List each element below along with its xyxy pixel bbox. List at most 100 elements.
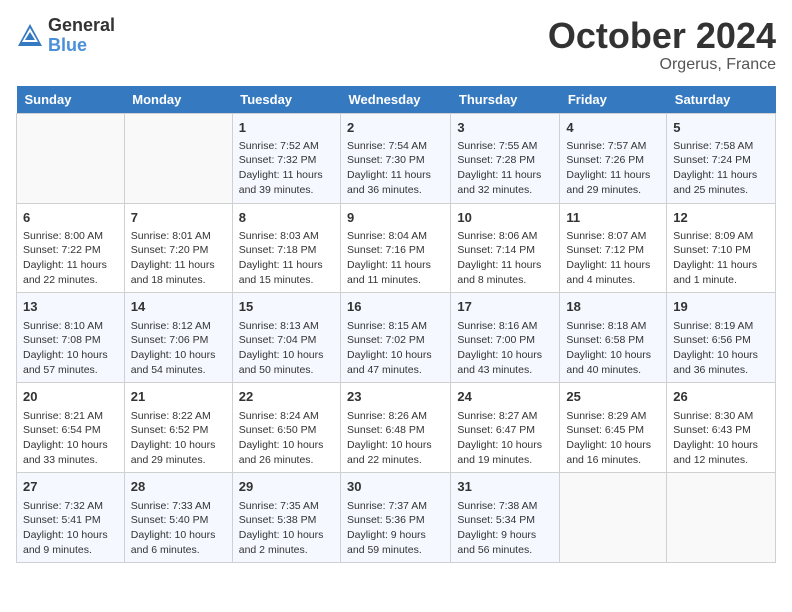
day-number: 12 (673, 209, 769, 227)
cell-content: Sunrise: 8:00 AM Sunset: 7:22 PM Dayligh… (23, 229, 118, 288)
cell-content: Sunrise: 8:21 AM Sunset: 6:54 PM Dayligh… (23, 409, 118, 468)
page-header: General Blue October 2024 Orgerus, Franc… (16, 16, 776, 74)
day-number: 2 (347, 119, 444, 137)
calendar-cell: 17Sunrise: 8:16 AM Sunset: 7:00 PM Dayli… (451, 293, 560, 383)
day-number: 21 (131, 388, 226, 406)
cell-content: Sunrise: 7:35 AM Sunset: 5:38 PM Dayligh… (239, 499, 334, 558)
day-number: 8 (239, 209, 334, 227)
cell-content: Sunrise: 7:58 AM Sunset: 7:24 PM Dayligh… (673, 139, 769, 198)
cell-content: Sunrise: 8:26 AM Sunset: 6:48 PM Dayligh… (347, 409, 444, 468)
day-number: 24 (457, 388, 553, 406)
logo-icon (16, 22, 44, 50)
day-number: 19 (673, 298, 769, 316)
cell-content: Sunrise: 7:38 AM Sunset: 5:34 PM Dayligh… (457, 499, 553, 558)
calendar-cell: 25Sunrise: 8:29 AM Sunset: 6:45 PM Dayli… (560, 383, 667, 473)
cell-content: Sunrise: 7:55 AM Sunset: 7:28 PM Dayligh… (457, 139, 553, 198)
cell-content: Sunrise: 8:01 AM Sunset: 7:20 PM Dayligh… (131, 229, 226, 288)
weekday-header-thursday: Thursday (451, 86, 560, 114)
calendar-cell: 27 Sunrise: 7:32 AM Sunset: 5:41 PM Dayli… (17, 473, 125, 563)
logo: General Blue (16, 16, 115, 56)
logo-blue-text: Blue (48, 36, 115, 56)
cell-content: Sunrise: 8:13 AM Sunset: 7:04 PM Dayligh… (239, 319, 334, 378)
day-number: 9 (347, 209, 444, 227)
cell-content: Sunrise: 8:18 AM Sunset: 6:58 PM Dayligh… (566, 319, 660, 378)
calendar-cell: 23Sunrise: 8:26 AM Sunset: 6:48 PM Dayli… (341, 383, 451, 473)
calendar-cell: 12 Sunrise: 8:09 AM Sunset: 7:10 PM Dayli… (667, 203, 776, 293)
day-number: 22 (239, 388, 334, 406)
cell-content: Sunrise: 8:22 AM Sunset: 6:52 PM Dayligh… (131, 409, 226, 468)
weekday-header-wednesday: Wednesday (341, 86, 451, 114)
day-number: 14 (131, 298, 226, 316)
day-number: 1 (239, 119, 334, 137)
calendar-cell: 26 Sunrise: 8:30 AM Sunset: 6:43 PM Dayli… (667, 383, 776, 473)
cell-content: Sunrise: 8:09 AM Sunset: 7:10 PM Dayligh… (673, 229, 769, 288)
calendar-cell: 19 Sunrise: 8:19 AM Sunset: 6:56 PM Dayli… (667, 293, 776, 383)
weekday-header-saturday: Saturday (667, 86, 776, 114)
day-number: 5 (673, 119, 769, 137)
day-number: 4 (566, 119, 660, 137)
calendar-cell: 13 Sunrise: 8:10 AM Sunset: 7:08 PM Dayli… (17, 293, 125, 383)
month-title: October 2024 (548, 16, 776, 56)
calendar-cell: 14Sunrise: 8:12 AM Sunset: 7:06 PM Dayli… (124, 293, 232, 383)
calendar-cell: 24 Sunrise: 8:27 AM Sunset: 6:47 PM Dayli… (451, 383, 560, 473)
cell-content: Sunrise: 8:07 AM Sunset: 7:12 PM Dayligh… (566, 229, 660, 288)
cell-content: Sunrise: 8:30 AM Sunset: 6:43 PM Dayligh… (673, 409, 769, 468)
calendar-cell: 9 Sunrise: 8:04 AM Sunset: 7:16 PM Daylig… (341, 203, 451, 293)
calendar-cell: 29Sunrise: 7:35 AM Sunset: 5:38 PM Dayli… (232, 473, 340, 563)
calendar-week-row: 1 Sunrise: 7:52 AM Sunset: 7:32 PM Daylig… (17, 113, 776, 203)
calendar-cell: 28 Sunrise: 7:33 AM Sunset: 5:40 PM Dayli… (124, 473, 232, 563)
day-number: 28 (131, 478, 226, 496)
calendar-cell: 22 Sunrise: 8:24 AM Sunset: 6:50 PM Dayli… (232, 383, 340, 473)
calendar-cell: 20 Sunrise: 8:21 AM Sunset: 6:54 PM Dayli… (17, 383, 125, 473)
cell-content: Sunrise: 7:52 AM Sunset: 7:32 PM Dayligh… (239, 139, 334, 198)
day-number: 13 (23, 298, 118, 316)
day-number: 27 (23, 478, 118, 496)
day-number: 18 (566, 298, 660, 316)
calendar-cell: 16Sunrise: 8:15 AM Sunset: 7:02 PM Dayli… (341, 293, 451, 383)
day-number: 7 (131, 209, 226, 227)
weekday-header-friday: Friday (560, 86, 667, 114)
day-number: 20 (23, 388, 118, 406)
calendar-cell: 10Sunrise: 8:06 AM Sunset: 7:14 PM Dayli… (451, 203, 560, 293)
cell-content: Sunrise: 7:54 AM Sunset: 7:30 PM Dayligh… (347, 139, 444, 198)
cell-content: Sunrise: 8:24 AM Sunset: 6:50 PM Dayligh… (239, 409, 334, 468)
day-number: 15 (239, 298, 334, 316)
day-number: 26 (673, 388, 769, 406)
calendar-cell: 30Sunrise: 7:37 AM Sunset: 5:36 PM Dayli… (341, 473, 451, 563)
cell-content: Sunrise: 8:27 AM Sunset: 6:47 PM Dayligh… (457, 409, 553, 468)
calendar-cell: 2 Sunrise: 7:54 AM Sunset: 7:30 PM Daylig… (341, 113, 451, 203)
cell-content: Sunrise: 8:15 AM Sunset: 7:02 PM Dayligh… (347, 319, 444, 378)
calendar-cell: 7 Sunrise: 8:01 AM Sunset: 7:20 PM Daylig… (124, 203, 232, 293)
day-number: 25 (566, 388, 660, 406)
calendar-cell: 3 Sunrise: 7:55 AM Sunset: 7:28 PM Daylig… (451, 113, 560, 203)
calendar-cell (124, 113, 232, 203)
weekday-header-monday: Monday (124, 86, 232, 114)
calendar-cell: 1 Sunrise: 7:52 AM Sunset: 7:32 PM Daylig… (232, 113, 340, 203)
calendar-cell: 18 Sunrise: 8:18 AM Sunset: 6:58 PM Dayli… (560, 293, 667, 383)
cell-content: Sunrise: 7:33 AM Sunset: 5:40 PM Dayligh… (131, 499, 226, 558)
cell-content: Sunrise: 7:37 AM Sunset: 5:36 PM Dayligh… (347, 499, 444, 558)
cell-content: Sunrise: 8:10 AM Sunset: 7:08 PM Dayligh… (23, 319, 118, 378)
cell-content: Sunrise: 8:04 AM Sunset: 7:16 PM Dayligh… (347, 229, 444, 288)
cell-content: Sunrise: 7:57 AM Sunset: 7:26 PM Dayligh… (566, 139, 660, 198)
calendar-cell: 8Sunrise: 8:03 AM Sunset: 7:18 PM Daylig… (232, 203, 340, 293)
cell-content: Sunrise: 8:19 AM Sunset: 6:56 PM Dayligh… (673, 319, 769, 378)
location-text: Orgerus, France (548, 56, 776, 74)
day-number: 3 (457, 119, 553, 137)
title-block: October 2024 Orgerus, France (548, 16, 776, 74)
day-number: 17 (457, 298, 553, 316)
calendar-week-row: 20 Sunrise: 8:21 AM Sunset: 6:54 PM Dayli… (17, 383, 776, 473)
calendar-cell (560, 473, 667, 563)
calendar-cell: 11Sunrise: 8:07 AM Sunset: 7:12 PM Dayli… (560, 203, 667, 293)
calendar-cell: 15 Sunrise: 8:13 AM Sunset: 7:04 PM Dayli… (232, 293, 340, 383)
weekday-header-row: SundayMondayTuesdayWednesdayThursdayFrid… (17, 86, 776, 114)
calendar-week-row: 13 Sunrise: 8:10 AM Sunset: 7:08 PM Dayli… (17, 293, 776, 383)
calendar-week-row: 27 Sunrise: 7:32 AM Sunset: 5:41 PM Dayli… (17, 473, 776, 563)
calendar-cell: 4 Sunrise: 7:57 AM Sunset: 7:26 PM Daylig… (560, 113, 667, 203)
calendar-cell (17, 113, 125, 203)
calendar-cell: 5 Sunrise: 7:58 AM Sunset: 7:24 PM Daylig… (667, 113, 776, 203)
cell-content: Sunrise: 8:06 AM Sunset: 7:14 PM Dayligh… (457, 229, 553, 288)
calendar-cell: 6Sunrise: 8:00 AM Sunset: 7:22 PM Daylig… (17, 203, 125, 293)
cell-content: Sunrise: 7:32 AM Sunset: 5:41 PM Dayligh… (23, 499, 118, 558)
weekday-header-sunday: Sunday (17, 86, 125, 114)
